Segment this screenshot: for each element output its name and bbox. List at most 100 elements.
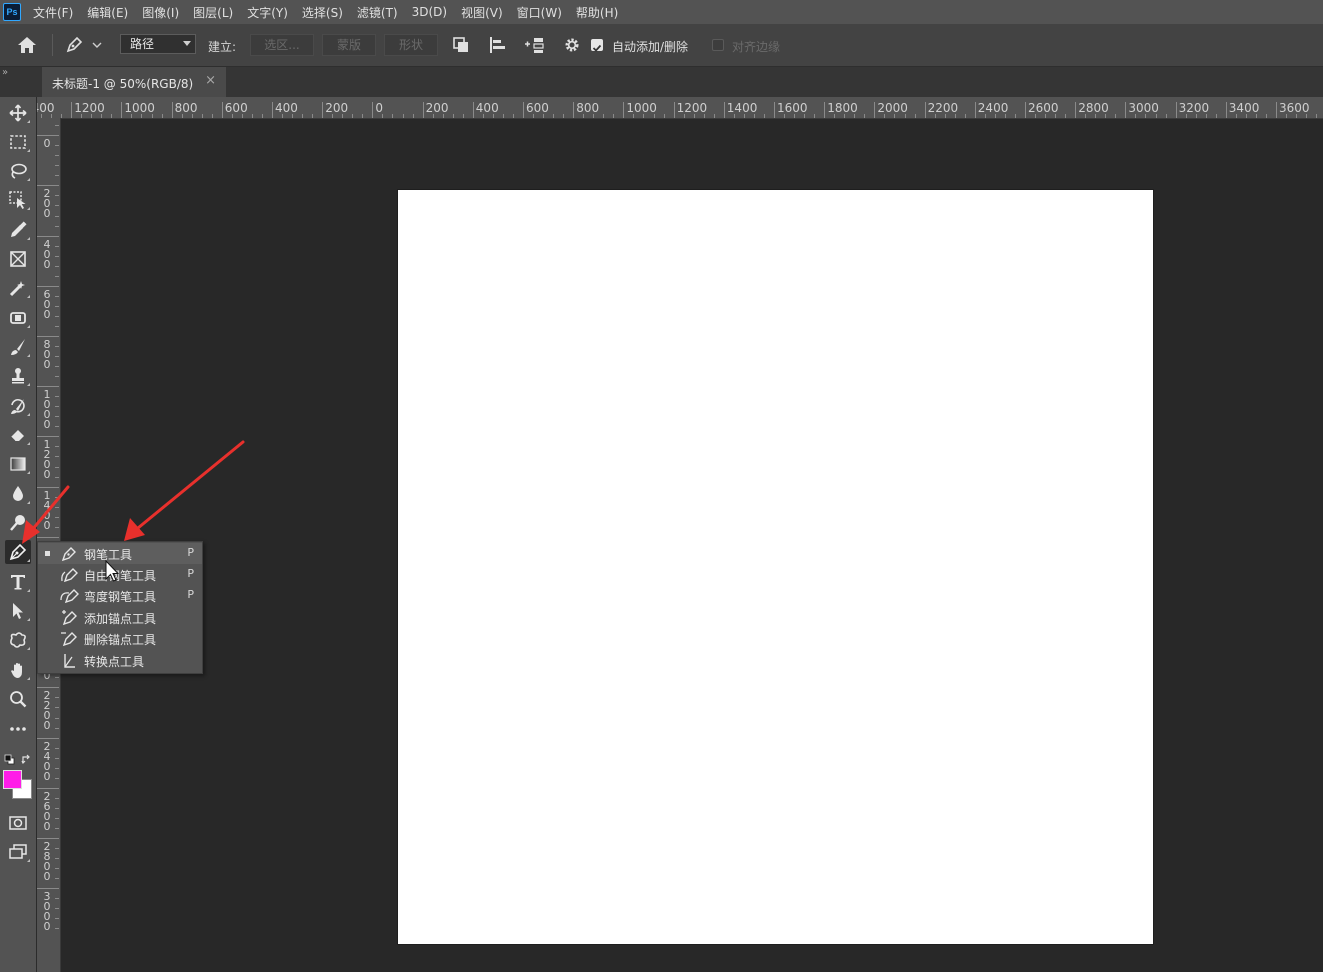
menu-image[interactable]: 图像(I): [142, 4, 179, 21]
flyout-item-freeform-pen[interactable]: 自由钢笔工具 P: [38, 564, 202, 585]
ruler-minor-tick: [55, 165, 59, 167]
flyout-item-delete-anchor-point[interactable]: 删除锚点工具: [38, 628, 202, 649]
ruler-minor-tick: [55, 727, 59, 729]
ruler-label: 200: [42, 118, 52, 119]
zoom-tool[interactable]: [5, 687, 31, 711]
flyout-item-add-anchor-point[interactable]: 添加锚点工具: [38, 607, 202, 628]
foreground-color-swatch[interactable]: [3, 770, 22, 789]
menu-file[interactable]: 文件(F): [33, 4, 73, 21]
arrow-cursor-icon: [13, 603, 23, 619]
pen-tool[interactable]: [5, 540, 31, 564]
lasso-tool[interactable]: [5, 159, 31, 183]
ruler-minor-tick: [984, 114, 986, 118]
pen-icon: [61, 546, 76, 561]
menu-3d[interactable]: 3D(D): [412, 5, 447, 19]
clone-stamp-tool[interactable]: [5, 364, 31, 388]
flyout-item-curvature-pen[interactable]: 弯度钢笔工具 P: [38, 585, 202, 606]
blur-tool[interactable]: [5, 482, 31, 506]
hand-icon: [11, 663, 22, 678]
object-selection-icon: [9, 191, 26, 209]
ruler-minor-tick: [964, 114, 966, 118]
pen-icon: [9, 543, 27, 561]
path-operations-icon[interactable]: [451, 24, 471, 66]
gear-icon[interactable]: [562, 24, 582, 66]
flyout-item-convert-point[interactable]: 转换点工具: [38, 650, 202, 671]
move-tool[interactable]: [5, 101, 31, 125]
menu-filter[interactable]: 滤镜(T): [357, 4, 398, 21]
quick-mask-button[interactable]: [5, 811, 31, 835]
close-icon[interactable]: ×: [205, 73, 216, 88]
dodge-tool[interactable]: [5, 511, 31, 535]
home-icon[interactable]: [16, 24, 38, 66]
swap-colors-icon[interactable]: [21, 750, 32, 769]
ruler-minor-tick: [884, 114, 886, 118]
ruler-minor-tick: [55, 195, 59, 197]
menu-layer[interactable]: 图层(L): [193, 4, 233, 21]
ruler-minor-tick: [81, 114, 83, 118]
ruler-major-tick: [71, 102, 73, 118]
path-selection-tool[interactable]: [5, 599, 31, 623]
tool-preset-picker[interactable]: [64, 24, 104, 66]
menu-type[interactable]: 文字(Y): [247, 4, 288, 21]
screen-mode-icon: [9, 844, 27, 859]
make-mask-button[interactable]: 蒙版: [322, 34, 376, 56]
photoshop-logo-icon[interactable]: Ps: [3, 3, 21, 21]
ruler-label: 1200: [43, 438, 51, 482]
ruler-major-tick: [37, 135, 59, 137]
pen-icon: [66, 36, 102, 53]
ruler-label: 800: [174, 101, 198, 115]
object-selection-tool[interactable]: [5, 188, 31, 212]
document-tab-title: 未标题-1 @ 50%(RGB/8): [52, 77, 194, 91]
gradient-tool[interactable]: [5, 452, 31, 476]
patch-tool[interactable]: [5, 306, 31, 330]
ruler-minor-tick: [954, 114, 956, 118]
ruler-minor-tick: [312, 114, 314, 118]
eyedropper-tool[interactable]: [5, 218, 31, 242]
ruler-minor-tick: [543, 114, 545, 118]
default-colors-icon[interactable]: [4, 750, 15, 769]
make-shape-button[interactable]: 形状: [384, 34, 438, 56]
ruler-minor-tick: [55, 325, 59, 327]
document-tab[interactable]: 未标题-1 @ 50%(RGB/8) ×: [42, 67, 226, 97]
document-canvas[interactable]: [398, 190, 1153, 944]
marquee-tool[interactable]: [5, 130, 31, 154]
make-selection-button[interactable]: 选区...: [250, 34, 314, 56]
ruler-minor-tick: [613, 114, 615, 118]
path-arrangement-icon[interactable]: [523, 24, 549, 66]
menu-help[interactable]: 帮助(H): [576, 4, 618, 21]
type-tool[interactable]: [5, 570, 31, 594]
ruler-minor-tick: [231, 114, 233, 118]
ruler-minor-tick: [442, 114, 444, 118]
ruler-minor-tick: [55, 396, 59, 398]
ruler-minor-tick: [362, 114, 364, 118]
frame-tool[interactable]: [5, 247, 31, 271]
ruler-minor-tick: [161, 114, 163, 118]
eraser-tool[interactable]: [5, 423, 31, 447]
ruler-major-tick: [37, 235, 59, 237]
brush-tool[interactable]: [5, 335, 31, 359]
hand-tool[interactable]: [5, 658, 31, 682]
menu-view[interactable]: 视图(V): [461, 4, 503, 21]
expand-panels-icon[interactable]: »: [2, 67, 8, 78]
ruler-label: 0: [43, 137, 51, 151]
ruler-minor-tick: [55, 416, 59, 418]
menu-window[interactable]: 窗口(W): [517, 4, 562, 21]
ruler-label: 3000: [43, 890, 51, 934]
flyout-item-label: 弯度钢笔工具: [84, 590, 157, 605]
ruler-minor-tick: [55, 356, 59, 358]
ruler-minor-tick: [141, 114, 143, 118]
spot-healing-tool[interactable]: [5, 276, 31, 300]
shape-tool[interactable]: [5, 628, 31, 652]
screen-mode-button[interactable]: [5, 840, 31, 864]
tool-mode-select[interactable]: 路径: [120, 34, 196, 54]
auto-add-delete-checkbox[interactable]: [591, 39, 603, 52]
menu-edit[interactable]: 编辑(E): [87, 4, 128, 21]
path-alignment-icon[interactable]: [487, 24, 509, 66]
ruler-major-tick: [924, 102, 926, 118]
edit-toolbar-button[interactable]: [5, 717, 31, 741]
align-edges-checkbox[interactable]: [712, 39, 724, 51]
flyout-item-pen[interactable]: 钢笔工具 P: [38, 542, 202, 564]
history-brush-tool[interactable]: [5, 394, 31, 418]
menu-select[interactable]: 选择(S): [302, 4, 343, 21]
ruler-minor-tick: [55, 677, 59, 679]
